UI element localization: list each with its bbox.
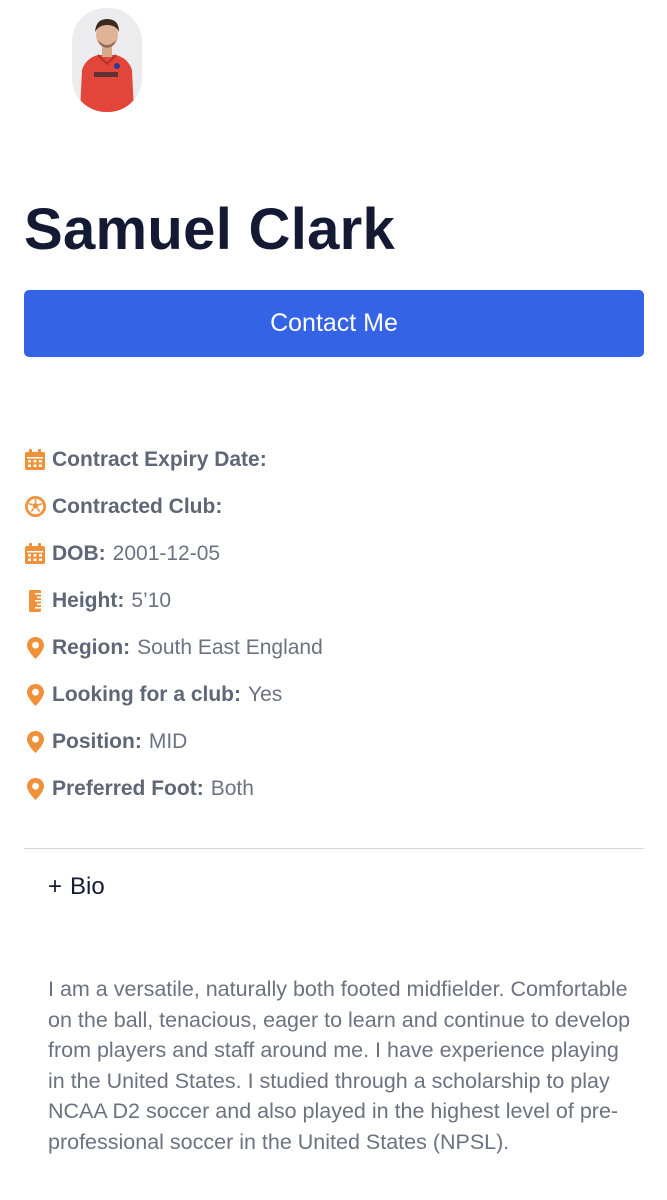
detail-contract-expiry: Contract Expiry Date: (24, 436, 644, 483)
detail-looking-for-club: Looking for a club: Yes (24, 671, 644, 718)
detail-preferred-foot: Preferred Foot: Both (24, 765, 644, 812)
section-divider (24, 848, 644, 849)
calendar-icon (24, 543, 46, 565)
ruler-icon (24, 589, 46, 612)
detail-contracted-club: Contracted Club: (24, 483, 644, 530)
detail-label: Preferred Foot: (52, 776, 204, 800)
calendar-icon (24, 449, 46, 471)
detail-position: Position: MID (24, 718, 644, 765)
player-details-list: Contract Expiry Date: Contracted Club: D… (24, 436, 644, 812)
detail-label: Position: (52, 729, 142, 753)
detail-height: Height: 5’10 (24, 577, 644, 624)
map-pin-icon (24, 777, 46, 800)
soccer-ball-icon (24, 496, 46, 518)
bio-toggle[interactable]: + Bio (48, 873, 105, 901)
player-name: Samuel Clark (24, 197, 396, 262)
map-pin-icon (24, 683, 46, 706)
detail-dob: DOB: 2001-12-05 (24, 530, 644, 577)
plus-icon: + (48, 873, 63, 900)
detail-label: Contracted Club: (52, 494, 223, 518)
detail-value: South East England (137, 635, 323, 659)
bio-text: I am a versatile, naturally both footed … (48, 977, 631, 1154)
contact-me-button[interactable]: Contact Me (24, 290, 644, 357)
detail-value: 2001-12-05 (112, 541, 221, 565)
map-pin-icon (24, 636, 46, 659)
detail-label: DOB: (52, 541, 106, 565)
detail-label: Looking for a club: (52, 682, 241, 706)
detail-region: Region: South East England (24, 624, 644, 671)
detail-label: Contract Expiry Date: (52, 447, 267, 471)
bio-toggle-label: Bio (70, 873, 105, 900)
detail-value: Both (210, 776, 254, 800)
detail-value: Yes (248, 682, 283, 706)
player-avatar (72, 8, 142, 112)
detail-value: 5’10 (131, 588, 172, 612)
detail-label: Region: (52, 635, 131, 659)
detail-label: Height: (52, 588, 125, 612)
detail-value: MID (148, 729, 188, 753)
map-pin-icon (24, 730, 46, 753)
